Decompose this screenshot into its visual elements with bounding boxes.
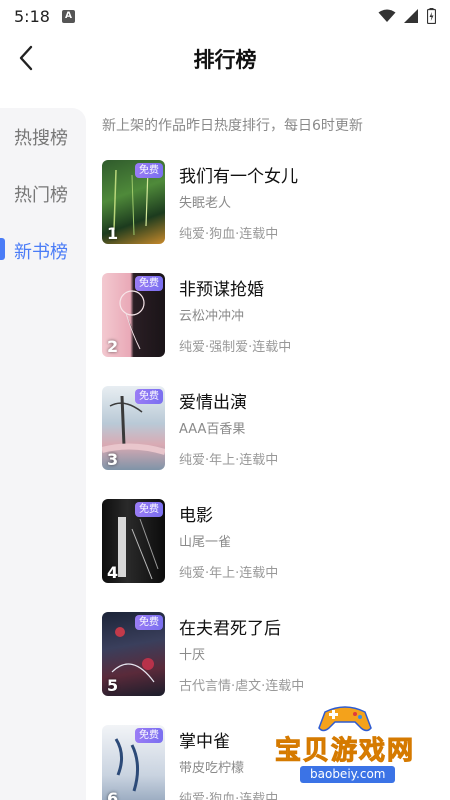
book-author: 带皮吃柠檬 [179, 761, 245, 776]
book-tags: 纯爱·强制爱·连载中 [179, 340, 292, 355]
book-title: 我们有一个女儿 [179, 167, 298, 187]
battery-icon [427, 8, 436, 24]
status-bar: 5:18 A [0, 0, 450, 32]
page-title: 排行榜 [193, 48, 257, 72]
book-cover: 免费 2 [102, 273, 165, 357]
book-title: 电影 [179, 506, 213, 526]
sidebar-item-popular[interactable]: 热门榜 [0, 165, 86, 222]
book-item[interactable]: 免费 5 在夫君死了后 十厌 古代言情·虐文·连载中 [102, 612, 442, 698]
rank-number: 3 [107, 450, 119, 469]
book-tags: 纯爱·狗血·连载中 [179, 227, 279, 242]
status-icons [378, 8, 436, 24]
book-title: 掌中雀 [179, 732, 230, 752]
rank-number: 1 [107, 224, 119, 243]
free-badge: 免费 [135, 389, 163, 404]
book-title: 爱情出演 [179, 393, 247, 413]
book-author: 云松冲冲冲 [179, 309, 245, 324]
status-time: 5:18 [14, 6, 50, 26]
rank-number: 6 [107, 789, 119, 800]
book-title: 在夫君死了后 [179, 619, 281, 639]
site-watermark: 宝贝游戏网 baobeiy.com [270, 700, 420, 790]
wifi-icon [378, 9, 396, 22]
sidebar-item-hot-search[interactable]: 热搜榜 [0, 108, 86, 165]
book-cover: 免费 3 [102, 386, 165, 470]
book-tags: 纯爱·年上·连载中 [179, 453, 279, 468]
rank-number: 2 [107, 337, 119, 356]
header: 排行榜 [0, 32, 450, 84]
free-badge: 免费 [135, 276, 163, 291]
book-title: 非预谋抢婚 [179, 280, 264, 300]
book-cover: 免费 6 [102, 725, 165, 800]
list-subtitle: 新上架的作品昨日热度排行，每日6时更新 [102, 118, 363, 134]
free-badge: 免费 [135, 502, 163, 517]
free-badge: 免费 [135, 728, 163, 743]
book-item[interactable]: 免费 2 非预谋抢婚 云松冲冲冲 纯爱·强制爱·连载中 [102, 273, 442, 359]
book-cover: 免费 1 [102, 160, 165, 244]
book-item[interactable]: 免费 1 我们有一个女儿 失眠老人 纯爱·狗血·连载中 [102, 160, 442, 246]
ranking-list: 新上架的作品昨日热度排行，每日6时更新 免费 1 我们有一个女儿 失眠老人 纯爱… [102, 108, 442, 800]
book-tags: 纯爱·年上·连载中 [179, 566, 279, 581]
sidebar-item-new-books[interactable]: 新书榜 [0, 222, 86, 279]
signal-icon [404, 9, 418, 23]
app-notification-icon: A [61, 9, 75, 23]
book-author: AAA百香果 [179, 422, 246, 437]
sidebar: 热搜榜 热门榜 新书榜 [0, 108, 86, 800]
book-cover: 免费 4 [102, 499, 165, 583]
book-tags: 古代言情·虐文·连载中 [179, 679, 305, 694]
watermark-url: baobeiy.com [300, 766, 396, 783]
book-author: 山尾一雀 [179, 535, 232, 550]
book-author: 失眠老人 [179, 196, 232, 211]
book-item[interactable]: 免费 3 爱情出演 AAA百香果 纯爱·年上·连载中 [102, 386, 442, 472]
free-badge: 免费 [135, 163, 163, 178]
rank-number: 5 [107, 676, 119, 695]
book-tags: 纯爱·狗血·连载中 [179, 792, 279, 800]
watermark-text: 宝贝游戏网 [274, 736, 416, 767]
rank-number: 4 [107, 563, 119, 582]
book-item[interactable]: 免费 4 电影 山尾一雀 纯爱·年上·连载中 [102, 499, 442, 585]
free-badge: 免费 [135, 615, 163, 630]
book-cover: 免费 5 [102, 612, 165, 696]
book-author: 十厌 [179, 648, 206, 663]
